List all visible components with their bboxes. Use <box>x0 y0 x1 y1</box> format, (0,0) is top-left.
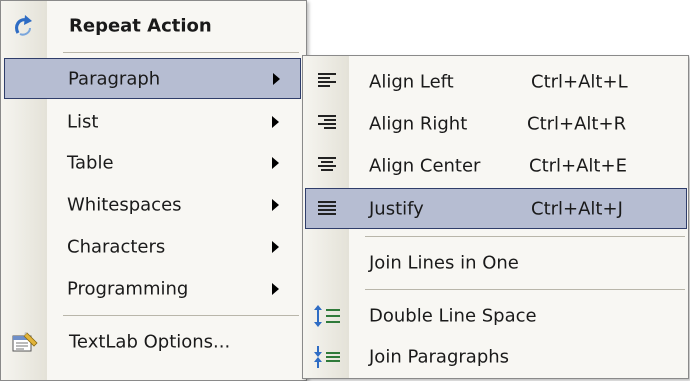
main-context-menu: Repeat Action Paragraph List Table White… <box>0 0 307 381</box>
menu-item-label: Justify <box>369 198 424 219</box>
menu-item-label: List <box>67 111 99 132</box>
menu-item-label: Programming <box>67 278 189 299</box>
align-center-icon <box>318 157 336 171</box>
menu-item-label: Characters <box>67 236 166 257</box>
menu-item-table[interactable]: Table <box>4 142 301 183</box>
menu-item-label: Whitespaces <box>67 194 182 215</box>
justify-item[interactable]: Justify Ctrl+Alt+J <box>305 188 687 229</box>
menu-item-label: Table <box>67 152 114 173</box>
align-right-item[interactable]: Align Right Ctrl+Alt+R <box>305 103 687 144</box>
menu-item-label: Align Left <box>369 71 454 92</box>
menu-item-label: Align Center <box>369 155 481 176</box>
submenu-arrow-icon <box>272 282 279 295</box>
menu-item-label: Double Line Space <box>369 305 537 326</box>
shortcut-text: Ctrl+Alt+R <box>527 113 627 134</box>
paragraph-submenu: Align Left Ctrl+Alt+L Align Right Ctrl+A… <box>302 55 689 379</box>
double-line-space-icon <box>314 305 340 327</box>
textlab-options-item[interactable]: TextLab Options... <box>3 321 301 363</box>
align-right-icon <box>318 115 336 129</box>
options-icon <box>12 332 38 352</box>
submenu-arrow-icon <box>272 115 279 128</box>
shortcut-text: Ctrl+Alt+L <box>531 71 628 92</box>
menu-separator <box>63 52 299 53</box>
menu-separator <box>365 236 685 237</box>
submenu-arrow-icon <box>273 72 280 85</box>
submenu-arrow-icon <box>272 240 279 253</box>
repeat-arrow-icon <box>15 15 32 36</box>
join-paragraphs-item[interactable]: Join Paragraphs <box>305 336 687 377</box>
align-left-icon <box>318 73 336 87</box>
submenu-arrow-icon <box>272 198 279 211</box>
join-lines-item[interactable]: Join Lines in One <box>305 242 687 283</box>
double-line-space-item[interactable]: Double Line Space <box>305 295 687 336</box>
justify-icon <box>318 201 336 215</box>
menu-item-characters[interactable]: Characters <box>4 226 301 267</box>
align-left-item[interactable]: Align Left Ctrl+Alt+L <box>305 61 687 102</box>
shortcut-text: Ctrl+Alt+J <box>531 198 623 219</box>
shortcut-text: Ctrl+Alt+E <box>529 155 627 176</box>
menu-item-list[interactable]: List <box>4 101 301 142</box>
menu-item-label: Join Paragraphs <box>369 346 510 367</box>
repeat-action-item[interactable]: Repeat Action <box>3 5 301 47</box>
menu-separator <box>365 289 685 290</box>
menu-separator <box>63 315 299 316</box>
textlab-options-label: TextLab Options... <box>69 331 231 353</box>
menu-item-whitespaces[interactable]: Whitespaces <box>4 184 301 225</box>
menu-item-label: Paragraph <box>68 68 161 89</box>
menu-item-label: Join Lines in One <box>369 252 519 273</box>
align-center-item[interactable]: Align Center Ctrl+Alt+E <box>305 145 687 186</box>
submenu-arrow-icon <box>272 156 279 169</box>
menu-item-programming[interactable]: Programming <box>4 268 301 309</box>
repeat-action-label: Repeat Action <box>69 15 212 37</box>
menu-item-paragraph[interactable]: Paragraph <box>4 58 301 99</box>
menu-item-label: Align Right <box>369 113 468 134</box>
join-paragraphs-icon <box>314 346 340 368</box>
